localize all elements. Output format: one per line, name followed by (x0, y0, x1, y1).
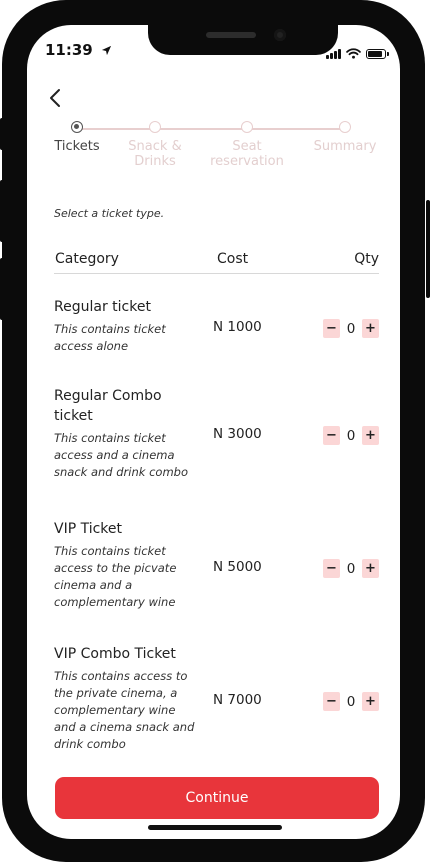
notch (148, 25, 338, 55)
ticket-cost: N 5000 (213, 559, 262, 575)
ticket-description-line: This contains ticket (54, 544, 166, 558)
step-label: Snack & Drinks (115, 139, 195, 169)
ticket-row-regular-combo: Regular Combo ticket This contains ticke… (54, 386, 379, 481)
front-camera (274, 29, 286, 41)
progress-stepper: Tickets Snack & Drinks Seat reservation (49, 121, 384, 181)
status-time: 11:39 (45, 41, 112, 60)
ticket-row-regular: Regular ticket This contains ticket acce… (54, 297, 379, 355)
ticket-row-vip: VIP Ticket This contains ticket access t… (54, 519, 379, 611)
header-qty: Qty (354, 251, 379, 267)
step-label: Summary (305, 139, 385, 154)
step-summary[interactable]: Summary (305, 121, 385, 154)
chevron-left-icon (50, 89, 60, 107)
step-label-line: reservation (210, 154, 284, 169)
ticket-description: This contains ticket access to the picva… (54, 543, 209, 611)
header-category: Category (55, 251, 119, 267)
ticket-description-line: This contains ticket (54, 431, 166, 445)
ticket-title: VIP Combo Ticket (54, 644, 214, 664)
ticket-description-line: This contains access to (54, 669, 188, 683)
ticket-description-line: access to the picvate (54, 561, 177, 575)
step-label-line: Drinks (134, 154, 176, 169)
ticket-description-line: This contains ticket (54, 322, 166, 336)
wifi-icon (346, 44, 361, 63)
step-dot (241, 121, 253, 133)
step-seat-reservation[interactable]: Seat reservation (207, 121, 287, 169)
ticket-description-line: snack and drink combo (54, 465, 188, 479)
step-snack-drinks[interactable]: Snack & Drinks (115, 121, 195, 169)
quantity-value: 0 (346, 427, 356, 444)
ticket-description-line: cinema and a (54, 578, 133, 592)
continue-button[interactable]: Continue (55, 777, 379, 819)
app-screen: 11:39 Tickets Snack & Drinks Seat reserv… (27, 25, 400, 839)
quantity-value: 0 (346, 560, 356, 577)
increase-quantity-button[interactable]: + (362, 426, 379, 445)
back-button[interactable] (45, 87, 67, 109)
instruction-text: Select a ticket type. (54, 207, 165, 220)
status-time-text: 11:39 (45, 41, 93, 59)
ticket-description-line: complementary wine (54, 595, 176, 609)
location-arrow-icon (101, 42, 112, 60)
decrease-quantity-button[interactable]: − (323, 692, 340, 711)
quantity-value: 0 (346, 320, 356, 337)
increase-quantity-button[interactable]: + (362, 559, 379, 578)
quantity-value: 0 (346, 693, 356, 710)
ticket-cost: N 3000 (213, 426, 262, 442)
ticket-description: This contains ticket access and a cinema… (54, 430, 209, 481)
step-dot (149, 121, 161, 133)
side-button-volume-down (0, 258, 4, 320)
ticket-title: Regular Combo ticket (54, 386, 184, 426)
ticket-title: VIP Ticket (54, 519, 184, 539)
step-dot (339, 121, 351, 133)
ticket-description-line: drink combo (54, 737, 126, 751)
ticket-description: This contains ticket access alone (54, 321, 209, 355)
step-dot-active (71, 121, 83, 133)
speaker (206, 32, 256, 38)
ticket-row-vip-combo: VIP Combo Ticket This contains access to… (54, 644, 379, 753)
ticket-title-line: VIP Combo Ticket (54, 646, 176, 662)
ticket-description: This contains access to the private cine… (54, 668, 209, 753)
header-cost: Cost (217, 251, 249, 267)
increase-quantity-button[interactable]: + (362, 319, 379, 338)
quantity-stepper: − 0 + (323, 426, 379, 445)
status-icons (326, 44, 389, 63)
increase-quantity-button[interactable]: + (362, 692, 379, 711)
ticket-description-line: access alone (54, 339, 129, 353)
decrease-quantity-button[interactable]: − (323, 319, 340, 338)
step-label-line: Snack & (128, 139, 182, 154)
ticket-description-line: and a cinema snack and (54, 720, 195, 734)
device-frame: 11:39 Tickets Snack & Drinks Seat reserv… (0, 0, 431, 864)
ticket-title-line: Regular Combo (54, 388, 162, 404)
ticket-description-line: complementary wine (54, 703, 176, 717)
step-label-line: Tickets (54, 139, 100, 154)
side-button-volume-up (0, 180, 4, 242)
step-label-line: Summary (313, 139, 377, 154)
step-label: Seat reservation (207, 139, 287, 169)
ticket-title-line: ticket (54, 408, 93, 424)
home-indicator (148, 825, 282, 830)
ticket-cost: N 7000 (213, 692, 262, 708)
table-header: Category Cost Qty (54, 251, 379, 274)
ticket-title: Regular ticket (54, 297, 184, 317)
quantity-stepper: − 0 + (323, 559, 379, 578)
quantity-stepper: − 0 + (323, 319, 379, 338)
quantity-stepper: − 0 + (323, 692, 379, 711)
battery-icon (366, 48, 389, 59)
decrease-quantity-button[interactable]: − (323, 426, 340, 445)
ticket-description-line: access and a cinema (54, 448, 175, 462)
decrease-quantity-button[interactable]: − (323, 559, 340, 578)
step-tickets[interactable]: Tickets (37, 121, 117, 154)
step-label-line: Seat (232, 139, 262, 154)
step-label: Tickets (37, 139, 117, 154)
ticket-title-line: VIP Ticket (54, 521, 123, 537)
side-button-mute (0, 118, 4, 150)
ticket-title-line: Regular ticket (54, 299, 151, 315)
cellular-signal-icon (326, 48, 341, 59)
side-button-power (426, 200, 430, 298)
ticket-cost: N 1000 (213, 319, 262, 335)
ticket-description-line: the private cinema, a (54, 686, 178, 700)
